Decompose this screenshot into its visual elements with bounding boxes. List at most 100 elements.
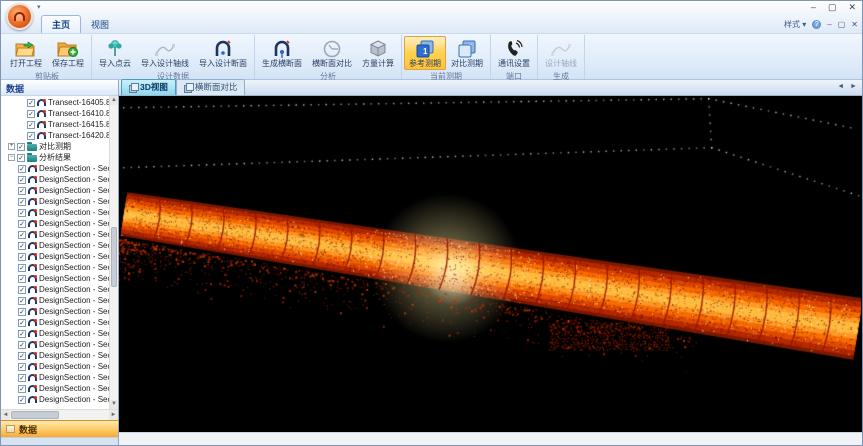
checkbox-checked[interactable]: ✓	[18, 231, 26, 239]
tree-item-design-section[interactable]: ✓ DesignSection - Sect	[1, 273, 109, 284]
data-tree[interactable]: ✓ Transect-16405.85 ✓ Transect-16410.85	[1, 96, 118, 409]
checkbox-checked[interactable]: ✓	[18, 253, 26, 261]
checkbox-checked[interactable]: ✓	[18, 264, 26, 272]
tree-item-design-section[interactable]: ✓ DesignSection - Sect	[1, 163, 109, 174]
scrollbar-thumb[interactable]	[11, 411, 59, 419]
compare-epoch-button[interactable]: 2 对比测期	[446, 36, 488, 70]
scroll-down-icon[interactable]: ▼	[110, 400, 118, 409]
checkbox-checked[interactable]: ✓	[18, 165, 26, 173]
expand-icon[interactable]: +	[8, 143, 15, 150]
tree-item-design-section[interactable]: ✓ DesignSection - Sect	[1, 207, 109, 218]
cross-section-compare-button[interactable]: 横断面对比	[307, 36, 357, 70]
tree-item-design-section[interactable]: ✓ DesignSection - Sect	[1, 251, 109, 262]
tab-3d-view[interactable]: 3D视图	[121, 79, 176, 95]
generate-cross-section-button[interactable]: 生成横断面	[257, 36, 307, 70]
checkbox-checked[interactable]: ✓	[18, 242, 26, 250]
import-design-axis-button[interactable]: 导入设计轴线	[136, 36, 194, 70]
checkbox-checked[interactable]: ✓	[18, 187, 26, 195]
tree-item-design-section[interactable]: ✓ DesignSection - Sect	[1, 218, 109, 229]
tree-item-design-section[interactable]: ✓ DesignSection - Sect	[1, 383, 109, 394]
checkbox-checked[interactable]: ✓	[18, 198, 26, 206]
checkbox-checked[interactable]: ✓	[27, 110, 35, 118]
tree-item-design-section[interactable]: ✓ DesignSection - Sect	[1, 196, 109, 207]
ribbon-minimize-button[interactable]: –	[827, 20, 831, 29]
button-label: 横断面对比	[312, 59, 352, 69]
quick-access-caret-icon[interactable]: ▾	[37, 3, 41, 11]
checkbox-checked[interactable]: ✓	[18, 176, 26, 184]
tree-item-design-section[interactable]: ✓ DesignSection - Sect	[1, 185, 109, 196]
tree-item-design-section[interactable]: ✓ DesignSection - Sect	[1, 339, 109, 350]
compare-epoch-icon: 2	[454, 38, 480, 59]
tab-cross-section-compare[interactable]: 横断面对比	[176, 79, 246, 95]
checkbox-checked[interactable]: ✓	[17, 154, 25, 162]
checkbox-checked[interactable]: ✓	[27, 121, 35, 129]
checkbox-checked[interactable]: ✓	[18, 319, 26, 327]
checkbox-checked[interactable]: ✓	[18, 341, 26, 349]
tab-home[interactable]: 主页	[41, 15, 81, 33]
checkbox-checked[interactable]: ✓	[18, 220, 26, 228]
scroll-up-icon[interactable]: ▲	[110, 96, 118, 105]
open-project-button[interactable]: 打开工程	[5, 36, 47, 70]
checkbox-checked[interactable]: ✓	[18, 209, 26, 217]
collapse-icon[interactable]: −	[8, 154, 15, 161]
checkbox-checked[interactable]: ✓	[27, 132, 35, 140]
tree-item-transect[interactable]: ✓ Transect-16405.85	[1, 97, 109, 108]
tree-item-design-section[interactable]: ✓ DesignSection - Sect	[1, 328, 109, 339]
viewport-canvas[interactable]	[119, 96, 861, 432]
comm-settings-button[interactable]: 通讯设置	[493, 36, 535, 70]
tree-item-design-section[interactable]: ✓ DesignSection - Sect	[1, 394, 109, 405]
tree-item-design-section[interactable]: ✓ DesignSection - Sect	[1, 350, 109, 361]
data-panel-bottom-tab[interactable]: 数据	[1, 420, 118, 437]
save-project-button[interactable]: 保存工程	[47, 36, 89, 70]
checkbox-checked[interactable]: ✓	[18, 374, 26, 382]
tree-item-transect[interactable]: ✓ Transect-16415.85	[1, 119, 109, 130]
tree-item-design-section[interactable]: ✓ DesignSection - Sect	[1, 372, 109, 383]
checkbox-checked[interactable]: ✓	[18, 286, 26, 294]
tab-nav-arrows[interactable]: ◄ ►	[837, 83, 859, 90]
tree-item-design-section[interactable]: ✓ DesignSection - Sect	[1, 317, 109, 328]
close-button[interactable]: ✕	[848, 2, 856, 13]
volume-calc-button[interactable]: 方量计算	[357, 36, 399, 70]
tree-item-transect[interactable]: ✓ Transect-16420.85	[1, 130, 109, 141]
checkbox-checked[interactable]: ✓	[27, 99, 35, 107]
checkbox-checked[interactable]: ✓	[18, 297, 26, 305]
tree-vertical-scrollbar[interactable]: ▲ ▼	[109, 96, 118, 409]
tree-horizontal-scrollbar[interactable]: ◄ ►	[1, 409, 118, 420]
minimize-button[interactable]: –	[811, 2, 816, 13]
tree-item-transect[interactable]: ✓ Transect-16410.85	[1, 108, 109, 119]
ribbon-close-button[interactable]: ✕	[851, 20, 858, 29]
tree-item-design-section[interactable]: ✓ DesignSection - Sect	[1, 229, 109, 240]
checkbox-checked[interactable]: ✓	[18, 363, 26, 371]
import-point-cloud-button[interactable]: 导入点云	[94, 36, 136, 70]
tree-item-design-section[interactable]: ✓ DesignSection - Sect	[1, 361, 109, 372]
checkbox-checked[interactable]: ✓	[17, 143, 25, 151]
checkbox-checked[interactable]: ✓	[18, 275, 26, 283]
checkbox-checked[interactable]: ✓	[18, 396, 26, 404]
tree-item-design-section[interactable]: ✓ DesignSection - Sect	[1, 174, 109, 185]
tree-item-design-section[interactable]: ✓ DesignSection - Sect	[1, 306, 109, 317]
tree-item-design-section[interactable]: ✓ DesignSection - Sect	[1, 262, 109, 273]
checkbox-checked[interactable]: ✓	[18, 330, 26, 338]
help-icon[interactable]: ?	[812, 20, 821, 29]
app-menu-button[interactable]	[6, 3, 33, 30]
tree-item-design-section[interactable]: ✓ DesignSection - Sect	[1, 284, 109, 295]
viewport-3d[interactable]	[119, 96, 862, 432]
scrollbar-thumb[interactable]	[111, 227, 117, 287]
style-dropdown[interactable]: 样式 ▾	[784, 19, 806, 30]
design-axis-button[interactable]: 设计轴线	[540, 36, 582, 70]
checkbox-checked[interactable]: ✓	[18, 385, 26, 393]
tree-item-analysis-results[interactable]: − ✓ 分析结果	[1, 152, 109, 163]
tree-item-compare-epoch[interactable]: + ✓ 对比测期	[1, 141, 109, 152]
tab-view[interactable]: 视图	[81, 16, 119, 33]
checkbox-checked[interactable]: ✓	[18, 308, 26, 316]
ribbon-maximize-button[interactable]: ▢	[838, 20, 846, 29]
import-design-section-button[interactable]: 导入设计断面	[194, 36, 252, 70]
doc-tab-label: 横断面对比	[195, 81, 238, 93]
reference-epoch-button[interactable]: 1 参考测期	[404, 36, 446, 70]
scroll-left-icon[interactable]: ◄	[1, 410, 10, 420]
scroll-right-icon[interactable]: ►	[109, 410, 118, 420]
tree-item-design-section[interactable]: ✓ DesignSection - Sect	[1, 295, 109, 306]
tree-item-design-section[interactable]: ✓ DesignSection - Sect	[1, 240, 109, 251]
checkbox-checked[interactable]: ✓	[18, 352, 26, 360]
maximize-button[interactable]: ▢	[828, 2, 837, 13]
